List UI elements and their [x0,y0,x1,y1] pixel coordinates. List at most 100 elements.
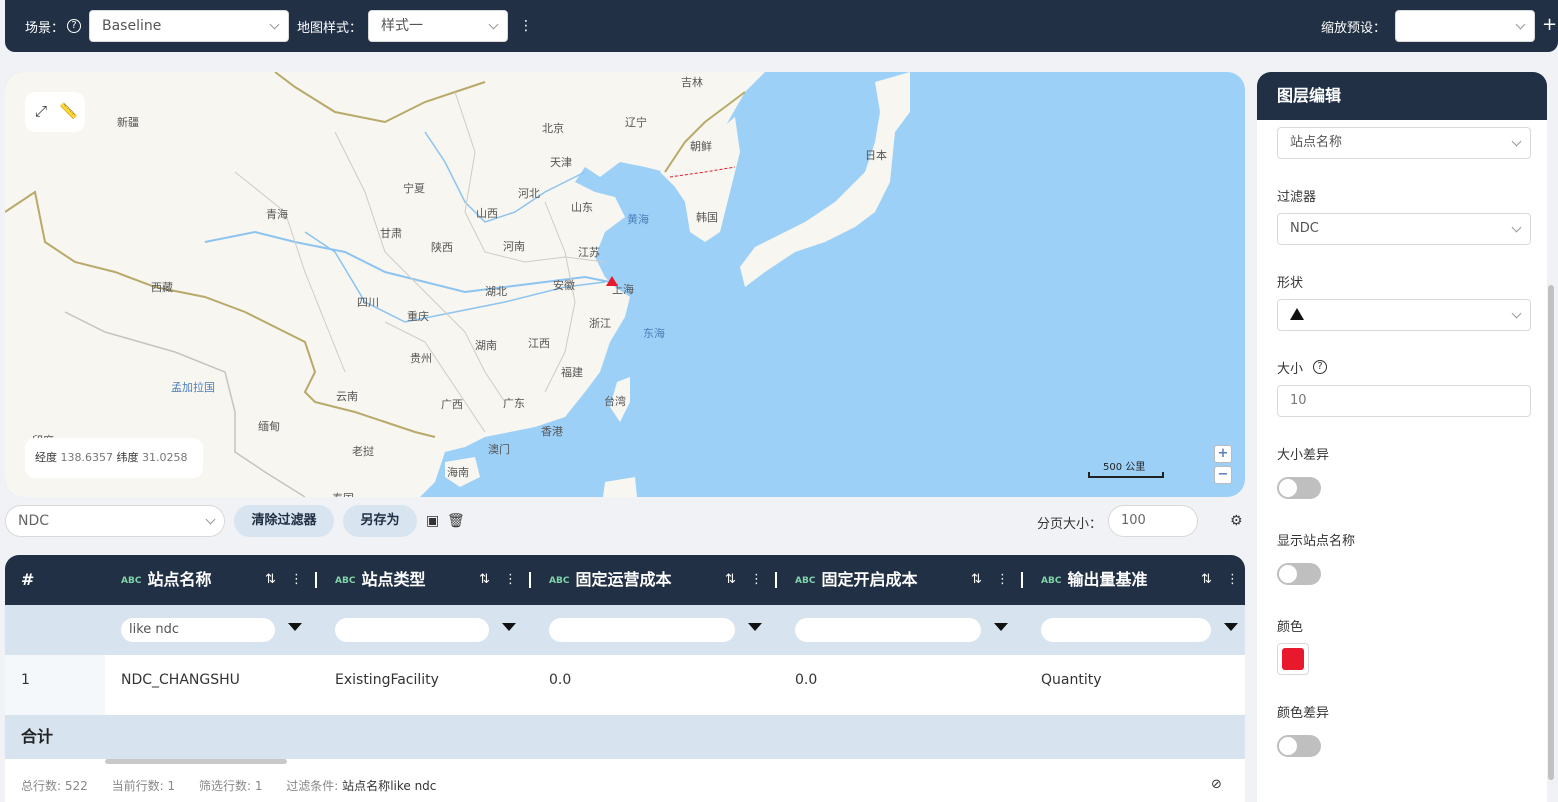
vertical-scrollbar[interactable] [1548,285,1554,780]
map-label: 澳门 [488,443,510,456]
page-size-input[interactable]: 100 [1108,505,1198,537]
filter-funnel-icon[interactable] [288,623,302,631]
column-header-fixed-op-cost[interactable]: ABC 固定运营成本 [549,555,671,605]
horizontal-scrollbar[interactable] [105,759,287,764]
abc-type-icon: ABC [549,576,570,586]
column-divider[interactable] [315,572,317,588]
map-label: 湖北 [485,285,507,298]
column-header-fixed-open-cost[interactable]: ABC 固定开启成本 [795,555,917,605]
help-icon[interactable]: ? [1313,360,1327,374]
column-menu-icon[interactable]: ⋮ [996,572,1009,587]
map-label: 韩国 [696,211,718,224]
baseline-filter-input[interactable] [1041,618,1211,642]
column-header-output-baseline[interactable]: ABC 输出量基准 [1041,555,1147,605]
show-name-label: 显示站点名称 [1277,534,1356,549]
more-options-icon[interactable]: ⋮ [519,19,533,33]
site-type-filter-input[interactable] [335,618,489,642]
size-diff-toggle[interactable] [1277,477,1321,499]
column-divider[interactable] [775,572,777,588]
map-label: 广东 [503,397,525,410]
saved-filter-select[interactable]: NDC [5,505,225,537]
sort-icon[interactable]: ⇅ [725,572,736,587]
help-icon[interactable]: ? [67,19,81,33]
map-style-select[interactable]: 样式一 [368,10,508,42]
map-label: 黄海 [627,213,649,226]
scene-select[interactable]: Baseline [89,10,289,42]
column-menu-icon[interactable]: ⋮ [504,572,517,587]
open-cost-filter-input[interactable] [795,618,981,642]
cell-output-baseline[interactable]: Quantity [1041,655,1102,705]
color-label: 颜色 [1277,620,1304,635]
scale-bar [1088,472,1164,478]
chevron-down-icon [1515,19,1526,30]
eye-off-icon[interactable]: ⊘ [1211,777,1222,792]
add-icon[interactable]: + [1542,14,1557,35]
label-field-value: 站点名称 [1290,135,1343,150]
site-marker-triangle[interactable] [606,276,618,286]
zoom-out-button[interactable]: − [1214,466,1232,484]
column-header-site-name[interactable]: ABC 站点名称 [121,555,211,605]
filter-funnel-icon[interactable] [1224,623,1238,631]
table-footer: 总行数: 522 当前行数: 1 筛选行数: 1 过滤条件: 站点名称like … [21,777,436,794]
scale-label: 500 公里 [1103,462,1146,473]
show-name-toggle[interactable] [1277,563,1321,585]
map-label: 江西 [528,337,550,350]
column-divider[interactable] [529,572,531,588]
site-name-filter-input[interactable]: like ndc [121,618,275,642]
data-table: # ABC 站点名称 ⇅ ⋮ ABC 站点类型 ⇅ ⋮ ABC 固定运营成本 ⇅ ⋮ … [5,555,1245,802]
color-diff-toggle[interactable] [1277,735,1321,757]
map-label: 河南 [503,240,525,253]
column-menu-icon[interactable]: ⋮ [750,572,763,587]
filter-funnel-icon[interactable] [994,623,1008,631]
column-divider[interactable] [1021,572,1023,588]
map-label: 青海 [266,208,288,221]
summary-row: 合计 [5,715,1245,759]
column-header-label: 站点名称 [147,570,212,589]
top-toolbar: 场景： ? Baseline 地图样式： 样式一 ⋮ 缩放预设： + [5,0,1558,52]
column-menu-icon[interactable]: ⋮ [290,572,303,587]
settings-gear-icon[interactable]: ⚙ [1230,513,1243,529]
sort-icon[interactable]: ⇅ [971,572,982,587]
cell-site-type[interactable]: ExistingFacility [335,655,439,705]
op-cost-filter-input[interactable] [549,618,735,642]
map-label: 东海 [643,327,665,340]
shape-select[interactable] [1277,299,1531,331]
map-view[interactable]: ⤢ 📏 新疆 吉林 辽宁 北京 天津 朝鲜 日本 宁夏 青海 河北 山西 山东 … [5,72,1245,497]
map-label: 江苏 [578,246,600,259]
sort-icon[interactable]: ⇅ [1201,572,1212,587]
saved-filter-value: NDC [18,513,50,529]
cell-op-cost[interactable]: 0.0 [549,655,571,705]
color-diff-label: 颜色差异 [1277,706,1330,721]
delete-icon[interactable]: 🗑 [447,513,465,529]
map-label: 西藏 [151,281,173,294]
save-as-button[interactable]: 另存为 [343,505,417,537]
color-swatch [1282,648,1304,670]
clear-filter-button[interactable]: 清除过滤器 [234,505,334,537]
fullscreen-icon[interactable]: ⤢ [35,102,47,120]
column-header-label: 固定开启成本 [821,570,918,589]
label-field-select[interactable]: 站点名称 [1277,127,1531,159]
table-row[interactable]: 1 NDC_CHANGSHU ExistingFacility 0.0 0.0 … [5,655,1245,715]
column-header-site-type[interactable]: ABC 站点类型 [335,555,425,605]
page-size-label: 分页大小： [1037,517,1103,532]
size-input[interactable]: 10 [1277,385,1531,417]
layer-edit-panel: 图层编辑 站点名称 过滤器 NDC 形状 大小 ? 10 大小差异 显示站点名称… [1257,72,1547,802]
color-picker[interactable] [1277,643,1309,675]
filter-funnel-icon[interactable] [502,623,516,631]
cell-open-cost[interactable]: 0.0 [795,655,817,705]
zoom-preset-select[interactable] [1395,10,1535,42]
cell-site-name[interactable]: NDC_CHANGSHU [121,655,240,705]
sort-icon[interactable]: ⇅ [265,572,276,587]
column-menu-icon[interactable]: ⋮ [1226,572,1239,587]
sort-icon[interactable]: ⇅ [479,572,490,587]
save-icon[interactable]: ▣ [426,513,439,529]
chevron-down-icon [1511,308,1522,319]
map-label: 老挝 [352,445,374,458]
zoom-in-button[interactable]: + [1214,445,1232,463]
map-label: 山东 [571,201,593,214]
map-label: 朝鲜 [690,140,712,153]
layer-filter-select[interactable]: NDC [1277,213,1531,245]
filter-funnel-icon[interactable] [748,623,762,631]
ruler-icon[interactable]: 📏 [59,102,78,120]
map-label: 北京 [542,122,564,135]
